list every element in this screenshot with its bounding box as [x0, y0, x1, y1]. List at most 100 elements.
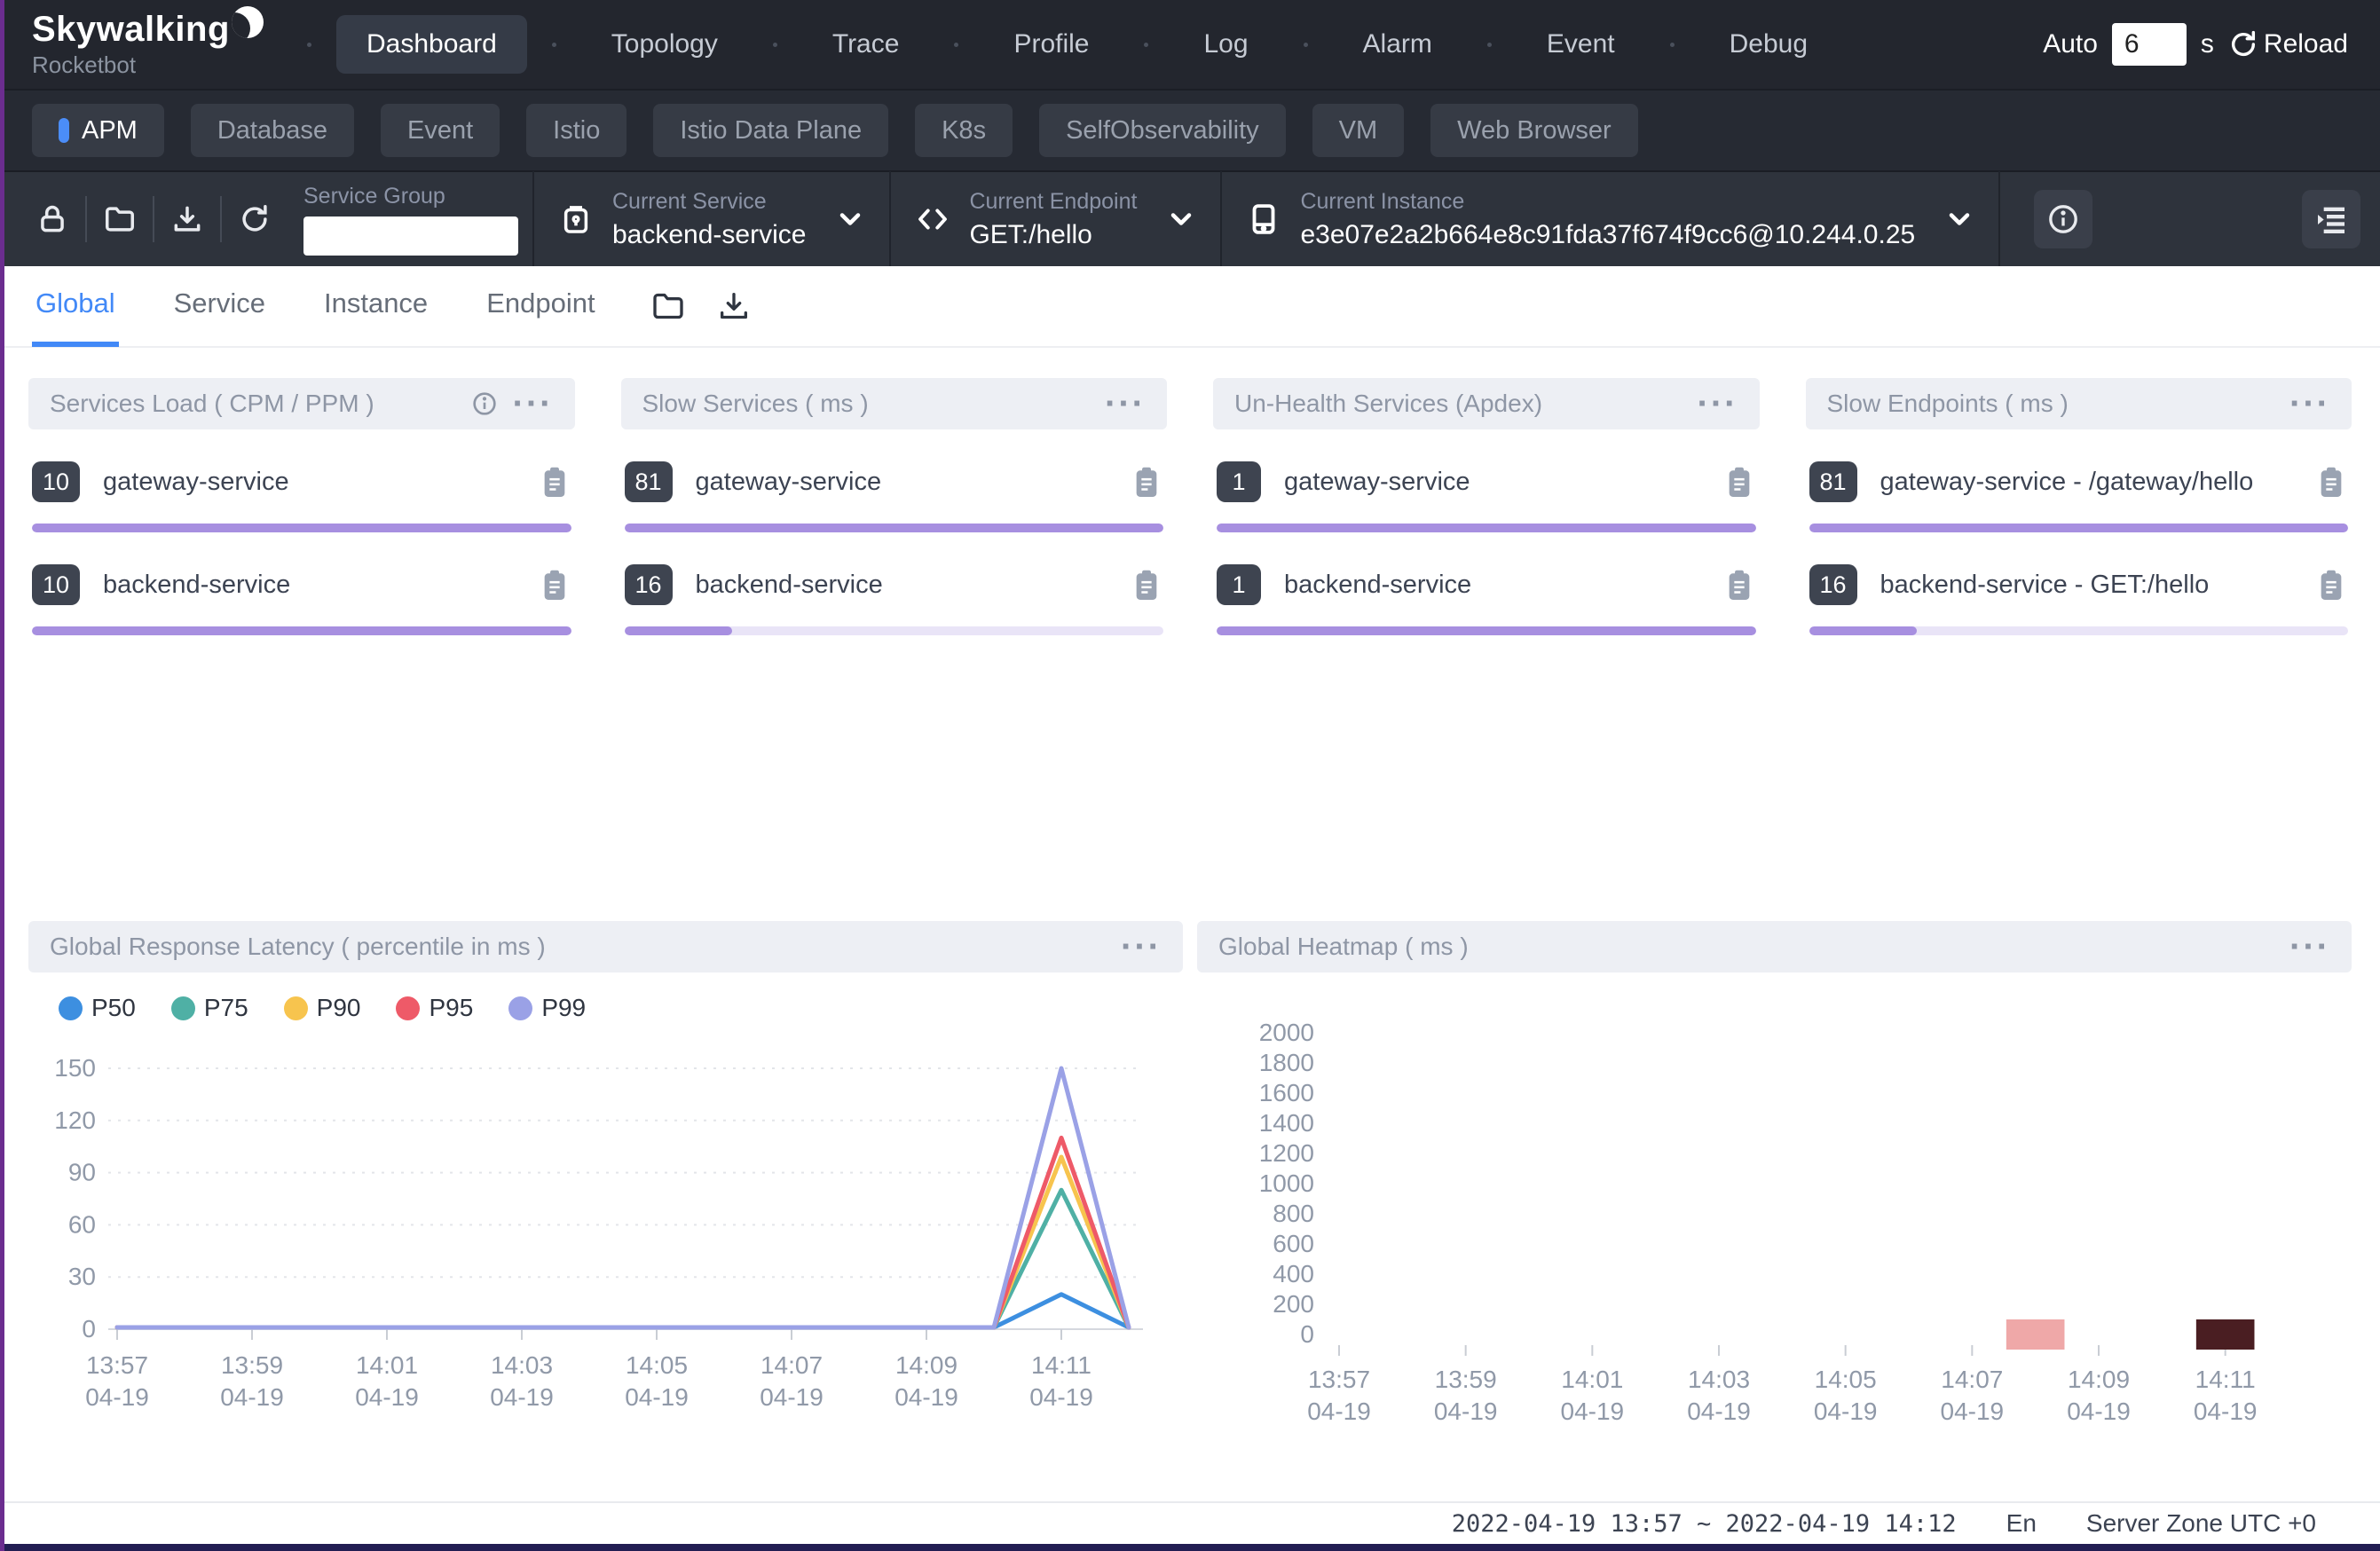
feature-tab-k8s[interactable]: K8s	[915, 104, 1013, 157]
legend-item-p50[interactable]: P50	[59, 994, 136, 1022]
current-endpoint-select[interactable]: Current Endpoint GET:/hello	[905, 189, 1206, 250]
value-badge: 1	[1217, 564, 1261, 605]
copy-icon[interactable]	[540, 463, 571, 500]
list-item[interactable]: 16 backend-service - GET:/hello	[1806, 564, 2352, 635]
svg-text:400: 400	[1273, 1260, 1314, 1287]
current-service-select[interactable]: Current Service backend-service	[548, 189, 875, 250]
svg-text:14:09: 14:09	[2068, 1366, 2130, 1393]
more-menu-icon[interactable]	[513, 386, 554, 421]
feature-tab-apm[interactable]: APM	[32, 104, 164, 157]
feature-tab-web-browser[interactable]: Web Browser	[1430, 104, 1638, 157]
section-divider	[1220, 171, 1222, 267]
value-badge: 10	[32, 564, 80, 605]
legend-item-p90[interactable]: P90	[284, 994, 361, 1022]
template-export-button[interactable]	[716, 287, 755, 326]
list-item[interactable]: 10 backend-service	[28, 564, 575, 635]
toolbar-divider	[85, 196, 87, 242]
feature-tab-istio[interactable]: Istio	[526, 104, 627, 157]
nav-separator-dot	[954, 43, 958, 47]
legend-item-p95[interactable]: P95	[396, 994, 473, 1022]
nav-separator-dot	[1144, 43, 1148, 47]
tab-endpoint[interactable]: Endpoint	[483, 265, 598, 347]
reload-icon	[2228, 29, 2258, 59]
expand-menu-button[interactable]	[2302, 190, 2360, 248]
toolbar-divider	[220, 196, 222, 242]
card-header: Global Response Latency ( percentile in …	[28, 921, 1183, 972]
svg-text:04-19: 04-19	[1307, 1397, 1371, 1425]
legend-item-p75[interactable]: P75	[171, 994, 248, 1022]
reload-button[interactable]: Reload	[2228, 29, 2348, 59]
nav-item-alarm[interactable]: Alarm	[1333, 15, 1462, 74]
copy-icon[interactable]	[1724, 566, 1756, 603]
list-item[interactable]: 10 gateway-service	[28, 461, 575, 532]
nav-item-debug[interactable]: Debug	[1699, 15, 1838, 74]
list-item[interactable]: 1 backend-service	[1213, 564, 1760, 635]
code-icon	[914, 201, 951, 238]
legend-label: P75	[204, 994, 248, 1022]
tab-instance[interactable]: Instance	[320, 265, 431, 347]
info-button[interactable]	[2034, 190, 2092, 248]
heatmap-cell[interactable]	[2006, 1319, 2065, 1350]
app-logo[interactable]: Skywalking Rocketbot	[32, 10, 254, 79]
folder-icon	[650, 288, 686, 324]
heatmap-cell[interactable]	[2196, 1319, 2255, 1350]
nav-item-trace[interactable]: Trace	[802, 15, 930, 74]
language-toggle[interactable]: En	[2006, 1509, 2037, 1538]
copy-icon[interactable]	[540, 566, 571, 603]
card-title: Slow Endpoints ( ms )	[1827, 390, 2069, 418]
svg-text:600: 600	[1273, 1230, 1314, 1257]
refresh-button[interactable]	[234, 199, 275, 240]
time-range[interactable]: 2022-04-19 13:57 ~ 2022-04-19 14:12	[1452, 1510, 1957, 1538]
download-icon	[170, 202, 204, 236]
svg-text:04-19: 04-19	[490, 1383, 554, 1411]
copy-icon[interactable]	[1724, 463, 1756, 500]
copy-icon[interactable]	[2316, 566, 2348, 603]
nav-item-profile[interactable]: Profile	[983, 15, 1119, 74]
list-item[interactable]: 81 gateway-service - /gateway/hello	[1806, 461, 2352, 532]
feature-tab-selfobservability[interactable]: SelfObservability	[1039, 104, 1286, 157]
feature-tab-event[interactable]: Event	[381, 104, 500, 157]
copy-icon[interactable]	[1131, 566, 1163, 603]
nav-item-dashboard[interactable]: Dashboard	[336, 15, 527, 74]
svg-text:14:05: 14:05	[626, 1351, 688, 1379]
service-group-input[interactable]	[303, 217, 518, 256]
feature-tab-vm[interactable]: VM	[1312, 104, 1405, 157]
chevron-down-icon	[1943, 203, 1975, 235]
feature-tab-database[interactable]: Database	[191, 104, 354, 157]
auto-interval-input[interactable]	[2112, 23, 2187, 66]
nav-item-log[interactable]: Log	[1173, 15, 1278, 74]
tab-service[interactable]: Service	[170, 265, 269, 347]
svg-text:14:07: 14:07	[760, 1351, 823, 1379]
list-item[interactable]: 16 backend-service	[621, 564, 1168, 635]
heatmap-chart-card: Global Heatmap ( ms ) 020040060080010001…	[1197, 921, 2352, 1455]
template-folder-button[interactable]	[650, 287, 690, 326]
more-menu-icon[interactable]	[2289, 386, 2330, 421]
current-instance-select[interactable]: Current Instance e3e07e2a2b664e8c91fda37…	[1236, 189, 1984, 250]
info-icon[interactable]	[470, 389, 500, 419]
lock-button[interactable]	[32, 199, 73, 240]
export-button[interactable]	[167, 199, 208, 240]
tab-global[interactable]: Global	[32, 265, 119, 347]
more-menu-icon[interactable]	[1105, 386, 1146, 421]
service-name: gateway-service	[696, 468, 1108, 497]
dashboard-content: Services Load ( CPM / PPM ) 10 gateway-s…	[0, 348, 2380, 1501]
svg-text:14:01: 14:01	[1561, 1366, 1623, 1393]
value-badge: 81	[625, 461, 673, 502]
list-item[interactable]: 1 gateway-service	[1213, 461, 1760, 532]
copy-icon[interactable]	[2316, 463, 2348, 500]
folder-button[interactable]	[99, 199, 140, 240]
feature-tab-istio-data-plane[interactable]: Istio Data Plane	[653, 104, 888, 157]
section-divider	[889, 171, 891, 267]
more-menu-icon[interactable]	[2289, 929, 2330, 964]
list-item[interactable]: 81 gateway-service	[621, 461, 1168, 532]
progress-bar	[1217, 626, 1756, 635]
legend-item-p99[interactable]: P99	[508, 994, 586, 1022]
server-zone[interactable]: Server Zone UTC +0	[2086, 1509, 2316, 1538]
more-menu-icon[interactable]	[1698, 386, 1738, 421]
nav-item-topology[interactable]: Topology	[581, 15, 748, 74]
more-menu-icon[interactable]	[1121, 929, 1162, 964]
nav-item-event[interactable]: Event	[1517, 15, 1645, 74]
progress-bar	[625, 524, 1164, 532]
auto-reload-controls: Auto s Reload	[2043, 23, 2348, 66]
copy-icon[interactable]	[1131, 463, 1163, 500]
